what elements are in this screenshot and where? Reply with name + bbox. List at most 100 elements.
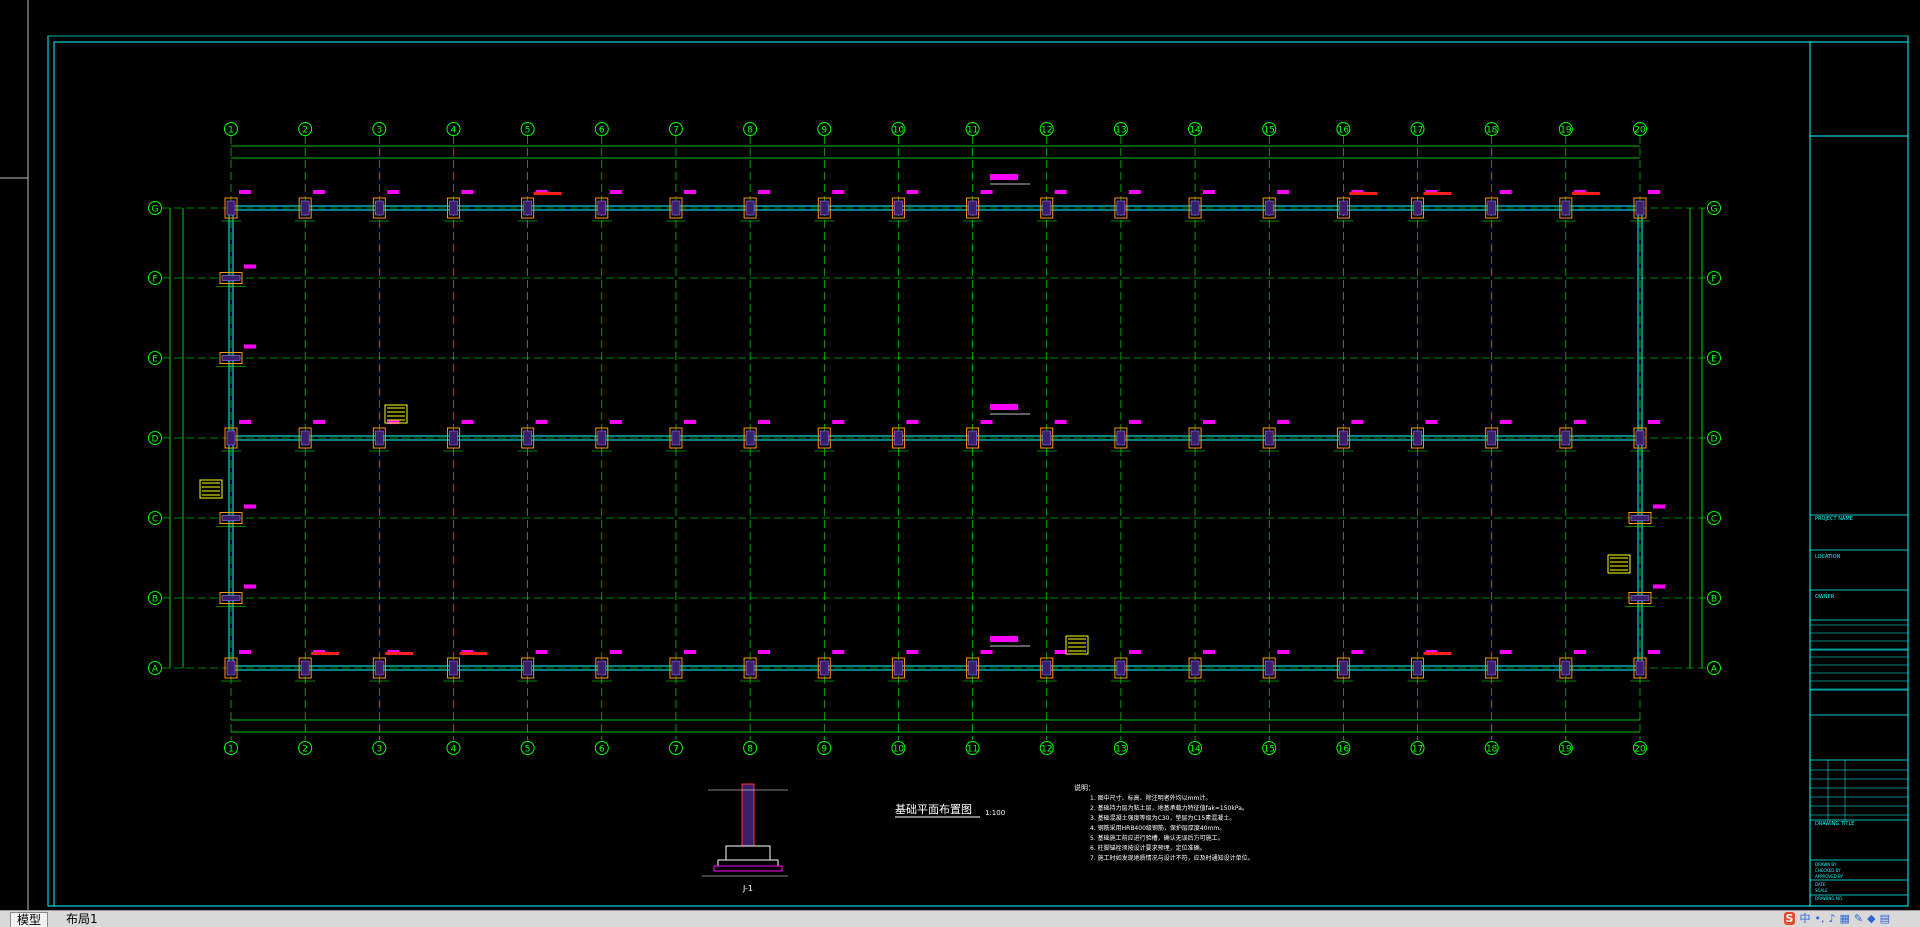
sheet-border-outer	[47, 35, 1909, 907]
ime-keyboard-icon[interactable]: ▦	[1840, 912, 1850, 925]
column-pedestal	[300, 200, 310, 216]
section-blinding	[713, 865, 783, 872]
cad-drawing-canvas[interactable]: PROJECT NAME LOCATION OWNER DRAWING TITLE DR…	[0, 0, 1920, 910]
column-tag	[461, 420, 474, 424]
column-pedestal	[745, 200, 755, 216]
note-line: 1. 图中尺寸、标高、除注明者外均以mm计。	[1090, 794, 1211, 802]
grid-label-col: 6	[599, 745, 605, 755]
column-tag	[683, 420, 696, 424]
sheet-border-inner	[53, 41, 1909, 907]
column-pedestal	[1264, 660, 1274, 676]
ime-skin-icon[interactable]: ✎	[1854, 912, 1863, 925]
column-tag	[1054, 420, 1067, 424]
grid-label-col: 9	[821, 745, 827, 755]
grid-label-col: 10	[893, 745, 905, 755]
grid-label-col: 2	[302, 745, 308, 755]
ime-language-toggle[interactable]: 中	[1799, 912, 1810, 925]
grid-label-col: 18	[1486, 126, 1498, 136]
column-tag	[1054, 190, 1067, 194]
column-tag	[244, 344, 256, 349]
ime-logo-icon[interactable]: S	[1783, 912, 1796, 925]
tab-model[interactable]: 模型	[10, 912, 49, 927]
column-tag	[1128, 420, 1141, 424]
column-pedestal	[1264, 430, 1274, 446]
column-tag	[980, 190, 993, 194]
column-tag	[1203, 190, 1216, 194]
column-pedestal	[597, 660, 607, 676]
column-pedestal	[221, 275, 241, 281]
callout-box-magenta	[990, 636, 1018, 642]
column-pedestal	[375, 200, 384, 216]
plan-scale: 1:100	[985, 809, 1005, 817]
tab-layout1[interactable]: 布局1	[60, 912, 104, 926]
layout-tab-bar: 模型 布局1	[0, 910, 1920, 927]
column-tag	[980, 650, 993, 654]
grid-label-col: 1	[228, 126, 234, 136]
location-label: LOCATION	[1815, 554, 1841, 560]
column-tag	[609, 420, 622, 424]
column-pedestal	[523, 200, 532, 216]
column-pedestal	[597, 430, 607, 446]
column-tag	[1573, 420, 1586, 424]
column-tag	[1277, 650, 1290, 654]
grid-label-col: 13	[1115, 126, 1126, 136]
foundation-plan-svg[interactable]: PROJECT NAME LOCATION OWNER DRAWING TITLE DR…	[0, 0, 1920, 910]
beam-tag-red	[1423, 192, 1452, 195]
note-line: 3. 基础混凝土强度等级为C30，垫层为C15素混凝土。	[1090, 814, 1235, 822]
note-line: 7. 施工时如发现地质情况与设计不符，应及时通知设计单位。	[1090, 854, 1254, 862]
column-pedestal	[1413, 660, 1422, 676]
column-tag	[1648, 650, 1660, 654]
column-pedestal	[671, 660, 681, 676]
grid-label-col: 17	[1412, 745, 1423, 755]
column-pedestal	[221, 595, 241, 601]
ime-grid-icon[interactable]: ▤	[1880, 912, 1890, 925]
column-tag	[461, 190, 474, 194]
column-pedestal	[671, 430, 681, 446]
column-pedestal	[1635, 200, 1645, 216]
column-pedestal	[745, 430, 755, 446]
ime-microphone-icon[interactable]: ♪	[1828, 912, 1835, 925]
notes-title: 说明：	[1074, 783, 1095, 792]
grid-label-col: 12	[1041, 745, 1052, 755]
grid-label-row: C	[152, 515, 158, 525]
grid-label-col: 20	[1634, 126, 1646, 136]
column-pedestal	[1190, 200, 1200, 216]
column-pedestal	[449, 200, 458, 216]
ime-toolbar[interactable]: S 中 •, ♪ ▦ ✎ ◆ ▤	[1783, 911, 1890, 926]
column-pedestal	[1487, 660, 1496, 676]
column-pedestal	[1116, 660, 1126, 676]
checked-by-label: CHECKED BY	[1815, 868, 1841, 873]
column-pedestal	[894, 660, 903, 676]
column-tag	[313, 420, 326, 424]
column-tag	[758, 650, 771, 654]
grid-label-col: 1	[228, 745, 234, 755]
column-tag	[832, 650, 845, 654]
column-pedestal	[819, 430, 829, 446]
date-label: DATE	[1815, 882, 1826, 887]
column-tag	[758, 420, 771, 424]
column-pedestal	[968, 430, 977, 446]
column-tag	[1499, 420, 1512, 424]
section-pedestal	[741, 783, 755, 847]
column-tag	[1499, 190, 1512, 194]
column-pedestal	[1042, 430, 1052, 446]
grid-label-col: 14	[1189, 126, 1201, 136]
scale-label: SCALE	[1815, 888, 1828, 893]
note-line: 2. 基础持力层为粘土层，地基承载力特征值fak=150kPa。	[1090, 804, 1248, 812]
column-tag	[244, 504, 256, 509]
beam-tag-red	[459, 652, 488, 655]
ime-toolbox-icon[interactable]: ◆	[1867, 912, 1875, 925]
column-pedestal	[1264, 200, 1274, 216]
column-pedestal	[221, 355, 241, 361]
grid-label-col: 4	[451, 126, 457, 136]
column-pedestal	[671, 200, 681, 216]
column-pedestal	[745, 660, 755, 676]
grid-label-col: 8	[747, 745, 753, 755]
column-tag	[1573, 650, 1586, 654]
column-pedestal	[1042, 660, 1052, 676]
grid-label-col: 11	[967, 745, 978, 755]
column-pedestal	[1190, 660, 1200, 676]
beam-tag-red	[533, 192, 562, 195]
grid-label-col: 18	[1486, 745, 1498, 755]
ime-punctuation-icon[interactable]: •,	[1814, 912, 1824, 925]
